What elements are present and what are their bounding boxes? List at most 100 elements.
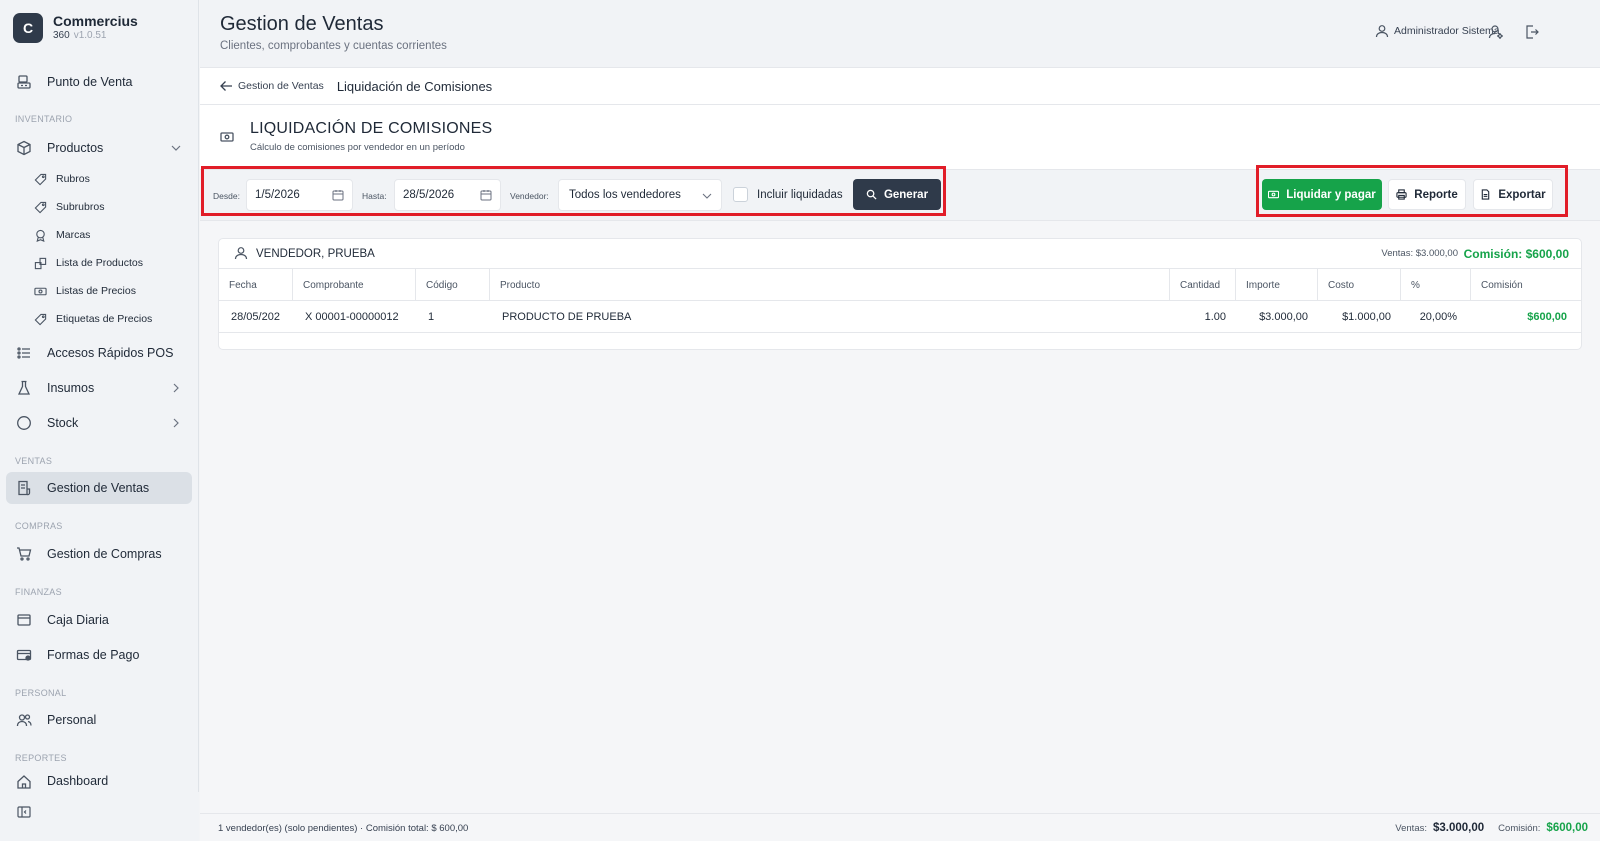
sidebar-item-subrubros[interactable]: Subrubros bbox=[34, 195, 192, 219]
column-header-cantidad[interactable]: Cantidad bbox=[1170, 269, 1236, 301]
box-icon bbox=[17, 140, 31, 156]
brand-version: v1.0.51 bbox=[73, 30, 107, 41]
cell-fecha: 28/05/202 bbox=[231, 311, 280, 323]
vendor-card-header: VENDEDOR, PRUEBA Ventas: $3.000,00 Comis… bbox=[219, 239, 1581, 269]
app-header: Gestion de Ventas Clientes, comprobantes… bbox=[200, 0, 1600, 68]
sidebar-item-stock[interactable]: Stock bbox=[6, 407, 192, 439]
sidebar-item-etiquetas-precios[interactable]: Etiquetas de Precios bbox=[34, 307, 192, 331]
home-icon bbox=[17, 775, 31, 789]
pos-terminal-icon bbox=[17, 75, 31, 89]
boxes-icon bbox=[34, 257, 47, 269]
sidebar-item-caja-diaria[interactable]: Caja Diaria bbox=[6, 604, 192, 636]
section-label-ventas: VENTAS bbox=[15, 456, 53, 466]
footer-totals: Ventas: $3.000,00 Comisión: $600,00 bbox=[1395, 822, 1588, 834]
breadcrumb-parent: Gestion de Ventas bbox=[238, 80, 324, 92]
user-icon bbox=[1375, 25, 1389, 38]
column-header-comprobante[interactable]: Comprobante bbox=[293, 269, 416, 301]
page-title: LIQUIDACIÓN DE COMISIONES bbox=[250, 120, 493, 137]
chevron-right-icon bbox=[173, 418, 179, 428]
sidebar-item-label: Punto de Venta bbox=[47, 75, 133, 89]
column-header-porcentaje[interactable]: % bbox=[1401, 269, 1471, 301]
column-header-fecha[interactable]: Fecha bbox=[219, 269, 293, 301]
cell-costo: $1.000,00 bbox=[1342, 311, 1391, 323]
page-title-area: LIQUIDACIÓN DE COMISIONES Cálculo de com… bbox=[200, 105, 1600, 169]
actions-group-highlight bbox=[1256, 165, 1568, 217]
sidebar-item-label: Listas de Precios bbox=[56, 285, 136, 297]
tag-icon bbox=[34, 173, 47, 185]
users-icon bbox=[16, 714, 32, 727]
footer-summary: 1 vendedor(es) (solo pendientes) · Comis… bbox=[218, 823, 469, 834]
sidebar-item-label: Personal bbox=[47, 713, 97, 727]
sidebar-item-marcas[interactable]: Marcas bbox=[34, 223, 192, 247]
brand-name: Commercius bbox=[53, 13, 138, 29]
cell-cantidad: 1.00 bbox=[1204, 311, 1226, 323]
sidebar-collapse-icon[interactable] bbox=[17, 805, 31, 819]
sidebar-item-personal[interactable]: Personal bbox=[6, 704, 192, 736]
banknote-icon bbox=[220, 132, 234, 142]
table-header: Fecha Comprobante Código Producto Cantid… bbox=[219, 269, 1581, 301]
main-content: Gestion de Ventas Liquidación de Comisio… bbox=[200, 68, 1600, 813]
breadcrumb-back-link[interactable]: Gestion de Ventas bbox=[219, 79, 324, 93]
breadcrumb-current: Liquidación de Comisiones bbox=[336, 78, 493, 94]
page-description: Cálculo de comisiones por vendedor en un… bbox=[250, 142, 465, 153]
sidebar-item-formas-pago[interactable]: Formas de Pago bbox=[6, 639, 192, 671]
breadcrumb: Gestion de Ventas Liquidación de Comisio… bbox=[200, 68, 1600, 105]
cell-codigo: 1 bbox=[428, 311, 435, 323]
cell-producto: PRODUCTO DE PRUEBA bbox=[502, 311, 632, 323]
cell-comprobante: X 00001-00000012 bbox=[305, 311, 399, 323]
sidebar-item-label: Accesos Rápidos POS bbox=[47, 346, 174, 360]
sidebar-item-label: Insumos bbox=[47, 381, 95, 395]
brand[interactable]: C Commercius 360 v1.0.51 bbox=[13, 13, 138, 43]
list-icon bbox=[17, 347, 30, 359]
chevron-right-icon bbox=[173, 383, 179, 393]
sidebar-item-punto-de-venta[interactable]: Punto de Venta bbox=[6, 66, 192, 98]
footer-ventas-label: Ventas: bbox=[1395, 823, 1427, 834]
section-label-inventario: INVENTARIO bbox=[15, 114, 73, 124]
flask-icon bbox=[17, 380, 31, 395]
cell-importe: $3.000,00 bbox=[1259, 311, 1308, 323]
sidebar-item-label: Dashboard bbox=[47, 774, 109, 788]
table-row[interactable]: 28/05/202 X 00001-00000012 1 PRODUCTO DE… bbox=[219, 301, 1581, 333]
sidebar-bottom bbox=[0, 792, 199, 841]
logout-icon[interactable] bbox=[1524, 24, 1540, 40]
sidebar-item-insumos[interactable]: Insumos bbox=[6, 372, 192, 404]
section-label-finanzas: FINANZAS bbox=[15, 587, 62, 597]
column-header-comision[interactable]: Comisión bbox=[1471, 269, 1581, 301]
column-header-producto[interactable]: Producto bbox=[490, 269, 1170, 301]
sidebar-item-dashboard[interactable]: Dashboard bbox=[6, 770, 192, 792]
footer-comision-label: Comisión: bbox=[1498, 823, 1541, 834]
tag-icon bbox=[34, 201, 47, 213]
sidebar-item-gestion-compras[interactable]: Gestion de Compras bbox=[6, 538, 192, 570]
receipt-icon bbox=[18, 480, 31, 496]
shopping-cart-icon bbox=[17, 547, 32, 561]
sidebar-item-rubros[interactable]: Rubros bbox=[34, 167, 192, 191]
credit-card-icon bbox=[16, 649, 32, 661]
banknote-icon bbox=[34, 287, 47, 295]
section-label-compras: COMPRAS bbox=[15, 521, 63, 531]
sidebar-item-label: Gestion de Ventas bbox=[47, 481, 150, 495]
sidebar-item-label: Marcas bbox=[56, 229, 91, 241]
vendor-name: VENDEDOR, PRUEBA bbox=[256, 248, 375, 260]
sidebar-item-gestion-ventas[interactable]: Gestion de Ventas bbox=[6, 472, 192, 504]
column-header-codigo[interactable]: Código bbox=[416, 269, 490, 301]
footer-comision-value: $600,00 bbox=[1546, 822, 1588, 834]
column-header-costo[interactable]: Costo bbox=[1318, 269, 1401, 301]
sidebar-item-listas-precios[interactable]: Listas de Precios bbox=[34, 279, 192, 303]
user-menu[interactable]: Administrador Sistema bbox=[1375, 24, 1500, 38]
header-subtitle: Clientes, comprobantes y cuentas corrien… bbox=[220, 40, 447, 52]
sidebar-item-productos[interactable]: Productos bbox=[6, 132, 192, 164]
sidebar-item-lista-productos[interactable]: Lista de Productos bbox=[34, 251, 192, 275]
sidebar-item-label: Rubros bbox=[56, 173, 90, 185]
cell-comision: $600,00 bbox=[1527, 311, 1567, 323]
section-label-reportes: REPORTES bbox=[15, 753, 67, 763]
vendor-commission-card: VENDEDOR, PRUEBA Ventas: $3.000,00 Comis… bbox=[218, 238, 1582, 350]
vendor-ventas: Ventas: $3.000,00 bbox=[1381, 248, 1458, 259]
wallet-icon bbox=[17, 614, 31, 626]
sidebar-item-accesos-rapidos[interactable]: Accesos Rápidos POS bbox=[6, 337, 192, 369]
user-settings-icon[interactable] bbox=[1488, 24, 1504, 40]
award-icon bbox=[36, 229, 45, 242]
brand-logo: C bbox=[13, 13, 43, 43]
sidebar-item-label: Productos bbox=[47, 141, 104, 155]
vendor-comision: Comisión: $600,00 bbox=[1463, 247, 1569, 261]
column-header-importe[interactable]: Importe bbox=[1236, 269, 1318, 301]
